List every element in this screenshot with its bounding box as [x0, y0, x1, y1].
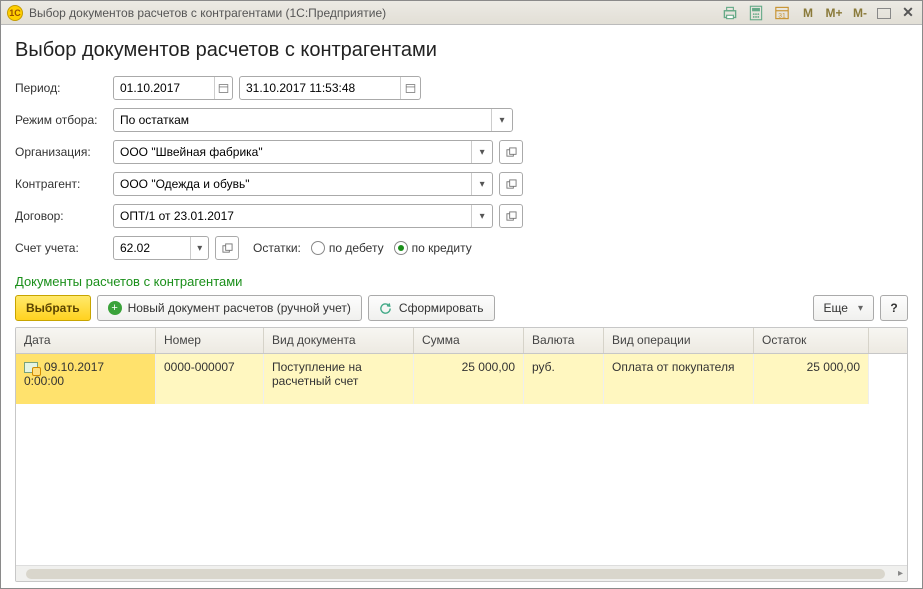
chevron-down-icon[interactable]: ▾: [471, 173, 492, 195]
window-title: Выбор документов расчетов с контрагентам…: [29, 6, 386, 20]
new-document-label: Новый документ расчетов (ручной учет): [128, 301, 351, 315]
balance-credit-radio[interactable]: по кредиту: [394, 241, 472, 255]
period-to-field[interactable]: [239, 76, 421, 100]
org-value[interactable]: [114, 141, 471, 163]
period-to-input[interactable]: [240, 77, 400, 99]
col-currency-header[interactable]: Валюта: [524, 328, 604, 353]
period-from-input[interactable]: [114, 77, 214, 99]
account-value[interactable]: [114, 237, 190, 259]
memory-m-button[interactable]: M: [799, 4, 817, 22]
balance-debit-label: по дебету: [329, 241, 384, 255]
open-reference-icon[interactable]: [215, 236, 239, 260]
account-label: Счет учета:: [15, 241, 107, 255]
new-document-button[interactable]: + Новый документ расчетов (ручной учет): [97, 295, 362, 321]
open-reference-icon[interactable]: [499, 140, 523, 164]
chevron-down-icon[interactable]: ▾: [471, 141, 492, 163]
horizontal-scrollbar[interactable]: ▸: [16, 565, 907, 581]
col-doctype-header[interactable]: Вид документа: [264, 328, 414, 353]
print-icon[interactable]: [721, 4, 739, 22]
help-button[interactable]: ?: [880, 295, 908, 321]
cell-number[interactable]: 0000-000007: [156, 354, 264, 404]
contract-value[interactable]: [114, 205, 471, 227]
more-button-label: Еще: [824, 301, 848, 315]
scrollbar-thumb[interactable]: [26, 569, 885, 579]
select-button[interactable]: Выбрать: [15, 295, 91, 321]
col-sum-header[interactable]: Сумма: [414, 328, 524, 353]
window-close-icon[interactable]: ✕: [899, 4, 917, 22]
form-button[interactable]: Сформировать: [368, 295, 495, 321]
cell-sum[interactable]: 25 000,00: [414, 354, 524, 404]
contract-field[interactable]: ▾: [113, 204, 493, 228]
mode-label: Режим отбора:: [15, 113, 107, 127]
memory-mplus-button[interactable]: M+: [825, 4, 843, 22]
org-label: Организация:: [15, 145, 107, 159]
help-button-label: ?: [890, 301, 897, 315]
balance-label: Остатки:: [253, 241, 301, 255]
cell-operation[interactable]: Оплата от покупателя: [604, 354, 754, 404]
documents-grid: Дата Номер Вид документа Сумма Валюта Ви…: [15, 327, 908, 582]
more-button[interactable]: Еще: [813, 295, 874, 321]
grid-body[interactable]: 09.10.2017 0:00:00 0000-000007 Поступлен…: [16, 354, 907, 565]
open-reference-icon[interactable]: [499, 172, 523, 196]
calendar-picker-icon[interactable]: [400, 77, 420, 99]
form-button-label: Сформировать: [399, 301, 484, 315]
contract-label: Договор:: [15, 209, 107, 223]
account-field[interactable]: ▾: [113, 236, 209, 260]
titlebar: 1C Выбор документов расчетов с контраген…: [1, 1, 922, 25]
open-reference-icon[interactable]: [499, 204, 523, 228]
document-icon: [24, 362, 38, 373]
select-button-label: Выбрать: [26, 301, 80, 315]
balance-debit-radio[interactable]: по дебету: [311, 241, 384, 255]
radio-icon: [394, 241, 408, 255]
grid-header: Дата Номер Вид документа Сумма Валюта Ви…: [16, 328, 907, 354]
calendar-icon[interactable]: 31: [773, 4, 791, 22]
partner-field[interactable]: ▾: [113, 172, 493, 196]
scroll-right-icon[interactable]: ▸: [898, 568, 903, 579]
app-logo-icon: 1C: [7, 5, 23, 21]
cell-balance[interactable]: 25 000,00: [754, 354, 869, 404]
mode-select[interactable]: ▾: [113, 108, 513, 132]
cell-currency[interactable]: руб.: [524, 354, 604, 404]
page-title: Выбор документов расчетов с контрагентам…: [15, 39, 908, 62]
col-date-header[interactable]: Дата: [16, 328, 156, 353]
window-restore-icon[interactable]: [877, 8, 891, 19]
svg-text:31: 31: [778, 12, 786, 19]
period-label: Период:: [15, 81, 107, 95]
org-field[interactable]: ▾: [113, 140, 493, 164]
grid-toolbar: Выбрать + Новый документ расчетов (ручно…: [15, 295, 908, 321]
chevron-down-icon[interactable]: ▾: [190, 237, 208, 259]
chevron-down-icon[interactable]: ▾: [471, 205, 492, 227]
col-balance-header[interactable]: Остаток: [754, 328, 869, 353]
chevron-down-icon[interactable]: ▾: [491, 109, 512, 131]
table-row[interactable]: 09.10.2017 0:00:00 0000-000007 Поступлен…: [16, 354, 907, 404]
period-from-field[interactable]: [113, 76, 233, 100]
plus-icon: +: [108, 301, 122, 315]
col-operation-header[interactable]: Вид операции: [604, 328, 754, 353]
refresh-icon: [379, 301, 393, 315]
mode-value[interactable]: [114, 109, 491, 131]
partner-label: Контрагент:: [15, 177, 107, 191]
memory-mminus-button[interactable]: M-: [851, 4, 869, 22]
cell-date[interactable]: 09.10.2017 0:00:00: [16, 354, 156, 404]
balance-credit-label: по кредиту: [412, 241, 472, 255]
calendar-picker-icon[interactable]: [214, 77, 232, 99]
calc-icon[interactable]: [747, 4, 765, 22]
radio-icon: [311, 241, 325, 255]
cell-doctype[interactable]: Поступление на расчетный счет: [264, 354, 414, 404]
window-root: 1C Выбор документов расчетов с контраген…: [0, 0, 923, 589]
section-title: Документы расчетов с контрагентами: [15, 274, 908, 289]
col-number-header[interactable]: Номер: [156, 328, 264, 353]
partner-value[interactable]: [114, 173, 471, 195]
